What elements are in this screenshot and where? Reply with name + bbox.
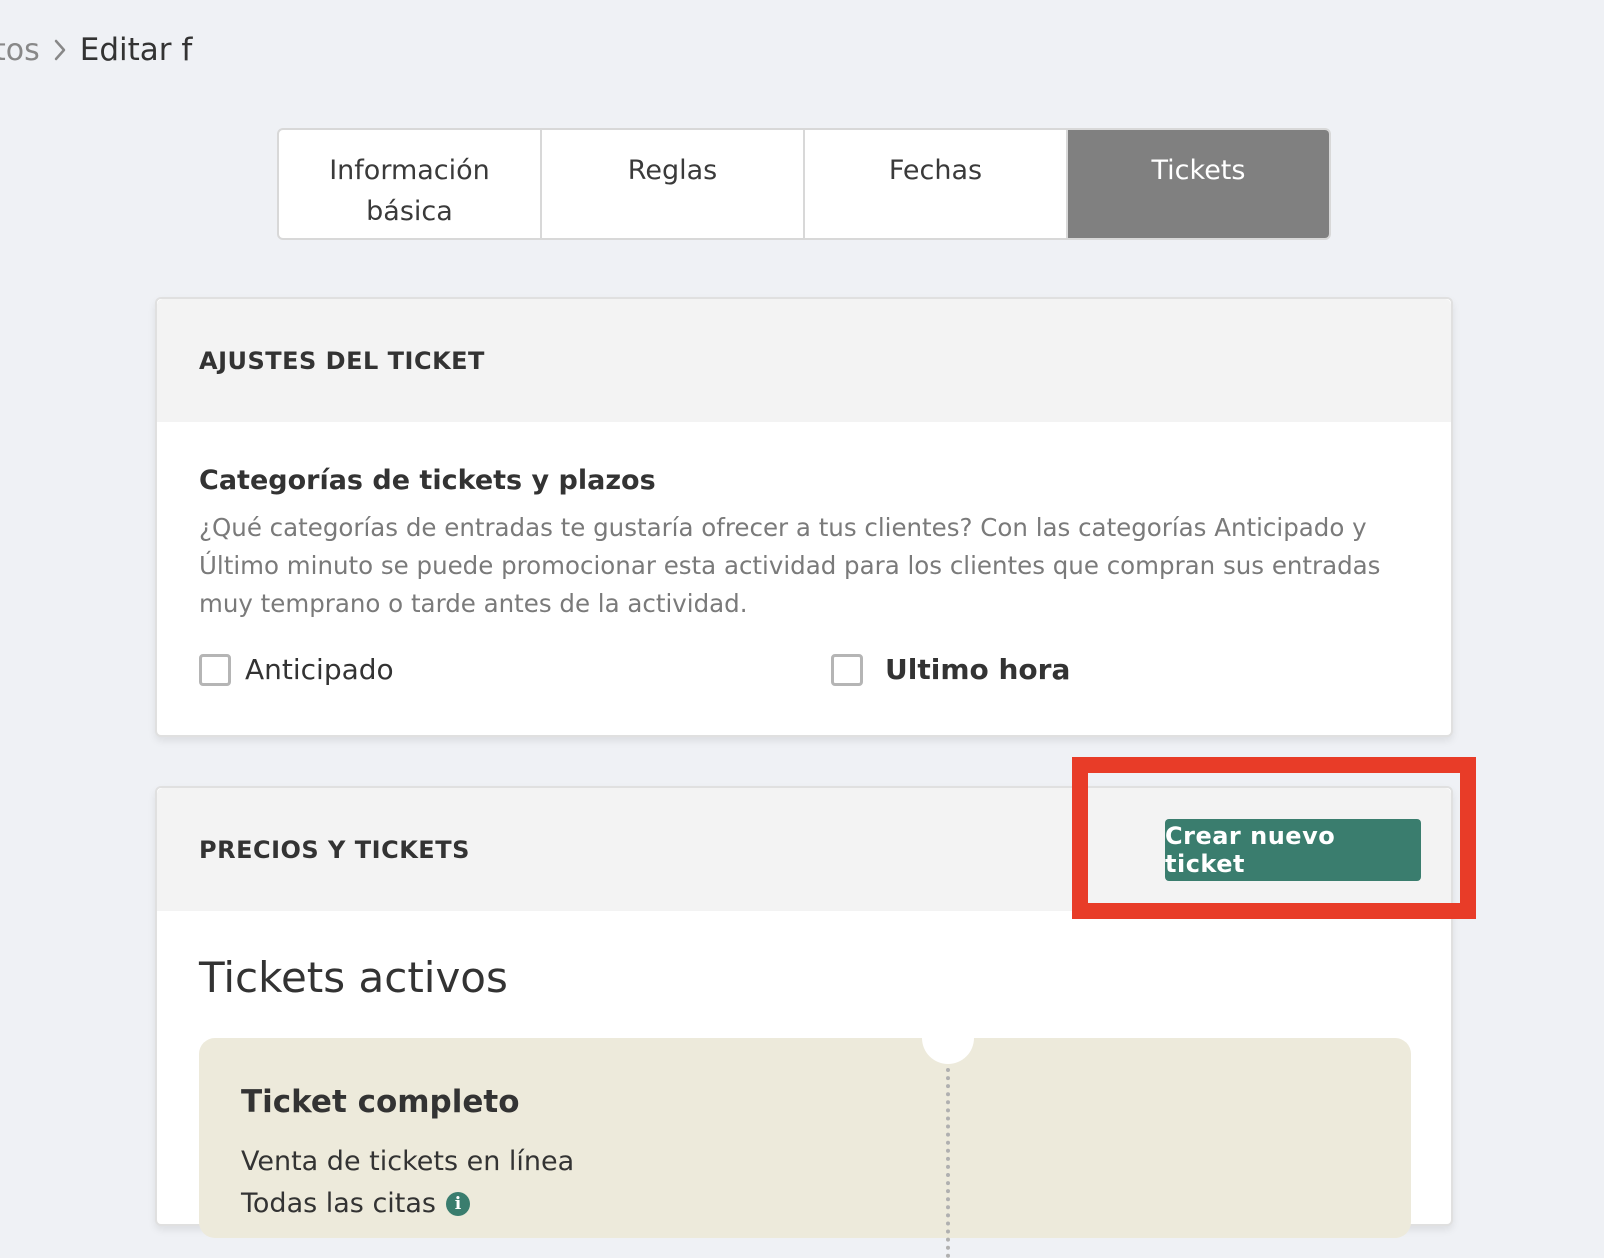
checkbox-anticipado[interactable] [199, 653, 231, 686]
checkbox-anticipado-row[interactable]: Anticipado [199, 653, 394, 686]
ticket-settings-card: AJUSTES DEL TICKET Categorías de tickets… [155, 297, 1453, 737]
section-title: Categorías de tickets y plazos [199, 465, 656, 496]
section-description: ¿Qué categorías de entradas te gustaría … [199, 513, 1381, 618]
active-tickets-title: Tickets activos [199, 953, 508, 1002]
card-title: PRECIOS Y TICKETS [199, 835, 470, 864]
checkbox-ultimo-hora-row[interactable]: Ultimo hora [831, 653, 1070, 686]
ticket-dates-label: Todas las citas [241, 1188, 436, 1219]
tab-label: Fechas [888, 155, 983, 186]
breadcrumb-current: Editar f [79, 32, 193, 68]
checkbox-ultimo-hora[interactable] [831, 653, 863, 686]
ticket-name: Ticket completo [241, 1084, 520, 1120]
breadcrumb: tos Editar f [0, 26, 192, 74]
ticket-card[interactable]: Ticket completo Venta de tickets en líne… [199, 1012, 1411, 1258]
card-header: AJUSTES DEL TICKET [157, 299, 1451, 422]
ticket-dates: Todas las citas i [241, 1188, 470, 1219]
breadcrumb-previous[interactable]: tos [0, 33, 40, 68]
ticket-sales-channel: Venta de tickets en línea [241, 1146, 575, 1177]
checkbox-label[interactable]: Ultimo hora [885, 653, 1070, 686]
card-title: AJUSTES DEL TICKET [199, 346, 485, 375]
tab-bar: Información básica Reglas Fechas Tickets [277, 128, 1331, 240]
tab-label: Tickets [1151, 155, 1246, 186]
checkbox-label[interactable]: Anticipado [245, 653, 394, 686]
ticket-perforation [946, 1068, 950, 1258]
tab-informacion-basica[interactable]: Información básica [279, 130, 542, 238]
tab-label: Información básica [329, 155, 490, 227]
tab-tickets[interactable]: Tickets [1068, 130, 1329, 238]
chevron-right-icon [40, 26, 80, 74]
tab-reglas[interactable]: Reglas [542, 130, 805, 238]
ticket-notch [922, 1012, 974, 1064]
highlight-annotation [1072, 757, 1476, 919]
tab-fechas[interactable]: Fechas [805, 130, 1068, 238]
tab-label: Reglas [627, 155, 718, 186]
